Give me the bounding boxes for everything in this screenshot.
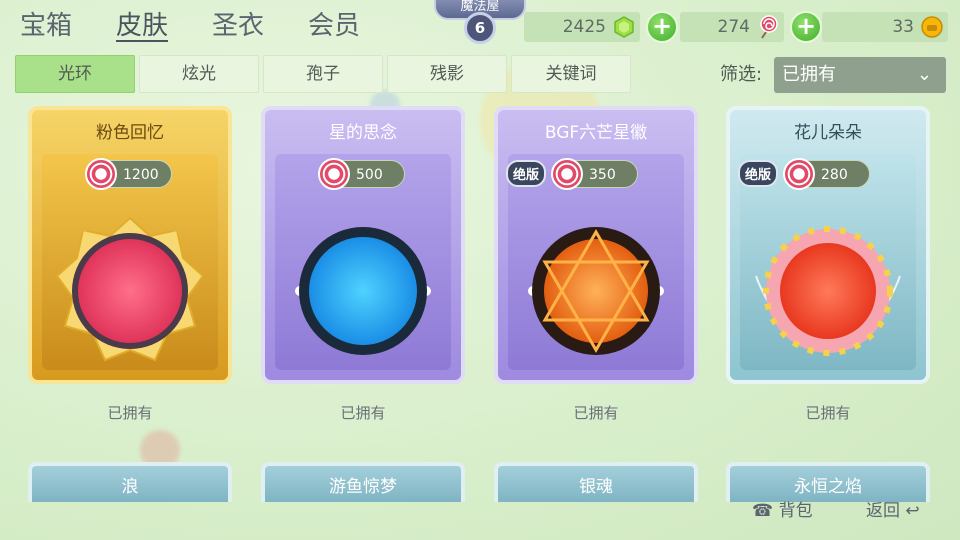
back-label: 返回	[866, 501, 900, 521]
skin-card[interactable]: BGF六芒星徽 绝版 350	[494, 106, 698, 384]
skin-card[interactable]: 星的思念 500	[261, 106, 465, 384]
tab-keyword[interactable]: 关键词	[511, 55, 631, 93]
skin-price-value: 1200	[123, 167, 159, 183]
skin-card[interactable]: 永恒之焰	[726, 462, 930, 502]
tab-treasure[interactable]: 宝箱	[20, 6, 72, 46]
skin-price-value: 280	[821, 167, 848, 183]
skin-price: 500	[318, 158, 405, 190]
lollipop-icon	[85, 158, 117, 190]
gold-coin-icon	[921, 16, 943, 38]
halo-orb-blue	[295, 227, 431, 355]
gold-counter: 33	[822, 12, 948, 42]
skin-title: BGF六芒星徽	[544, 123, 648, 143]
skin-card[interactable]: 游鱼惊梦	[261, 462, 465, 502]
add-candy-button[interactable]: +	[790, 11, 822, 43]
halo-orb-hexagram	[528, 227, 664, 355]
back-button[interactable]: 返回 ↩	[866, 498, 920, 524]
skin-title: 星的思念	[329, 123, 397, 143]
tab-membership[interactable]: 会员	[308, 6, 360, 46]
chevron-down-icon: ⌄	[916, 64, 932, 85]
tab-skins[interactable]: 皮肤	[116, 6, 168, 46]
filter-dropdown[interactable]: 已拥有 ⌄	[774, 57, 946, 93]
gold-count: 33	[892, 17, 914, 37]
skin-card[interactable]: 粉色回忆 1200	[28, 106, 232, 384]
tab-holy-suit[interactable]: 圣衣	[212, 6, 264, 46]
filter-value: 已拥有	[782, 64, 836, 85]
halo-orb-flowers	[755, 226, 901, 356]
magic-house-level: 6	[464, 12, 496, 44]
bag-label: 背包	[778, 501, 813, 521]
skin-price: 280	[783, 158, 870, 190]
skin-title: 花儿朵朵	[794, 123, 862, 143]
owned-status: 已拥有	[107, 404, 153, 422]
skin-title: 银魂	[579, 477, 613, 497]
candy-counter: 274	[680, 12, 784, 42]
tab-afterimage[interactable]: 残影	[387, 55, 507, 93]
owned-status: 已拥有	[805, 404, 851, 422]
skin-card[interactable]: 银魂	[494, 462, 698, 502]
skin-title: 粉色回忆	[96, 123, 164, 143]
lollipop-icon	[318, 158, 350, 190]
candy-count: 274	[717, 17, 750, 37]
halo-orb-pink	[55, 216, 205, 362]
lollipop-icon	[783, 158, 815, 190]
owned-status: 已拥有	[573, 404, 619, 422]
skin-title: 浪	[121, 477, 139, 497]
tab-glow[interactable]: 炫光	[139, 55, 259, 93]
top-nav: 宝箱 皮肤 圣衣 会员	[20, 6, 360, 46]
gem-count: 2425	[562, 17, 606, 37]
skin-price-value: 500	[356, 167, 383, 183]
bag-button[interactable]: ☎ 背包	[752, 498, 813, 524]
category-tabs: 光环 炫光 孢子 残影 关键词	[15, 55, 631, 93]
owned-status: 已拥有	[340, 404, 386, 422]
bag-icon: ☎	[752, 501, 774, 521]
gem-counter: 2425	[524, 12, 640, 42]
skin-price: 350	[551, 158, 638, 190]
tab-spore[interactable]: 孢子	[263, 55, 383, 93]
gem-icon	[614, 16, 634, 38]
back-arrow-icon: ↩	[905, 501, 920, 521]
add-gems-button[interactable]: +	[646, 11, 678, 43]
limited-edition-badge: 绝版	[738, 160, 779, 187]
tab-halo[interactable]: 光环	[15, 55, 135, 93]
skin-price: 1200	[85, 158, 172, 190]
limited-edition-badge: 绝版	[506, 160, 547, 187]
skin-card[interactable]: 花儿朵朵 绝版 280	[726, 106, 930, 384]
skin-price-value: 350	[589, 167, 616, 183]
lollipop-icon	[551, 158, 583, 190]
skin-card[interactable]: 浪	[28, 462, 232, 502]
lollipop-icon	[760, 15, 778, 39]
magic-house-badge[interactable]: 魔法屋 6	[428, 0, 532, 48]
skin-title: 游鱼惊梦	[329, 477, 397, 497]
filter-label: 筛选:	[720, 64, 763, 85]
